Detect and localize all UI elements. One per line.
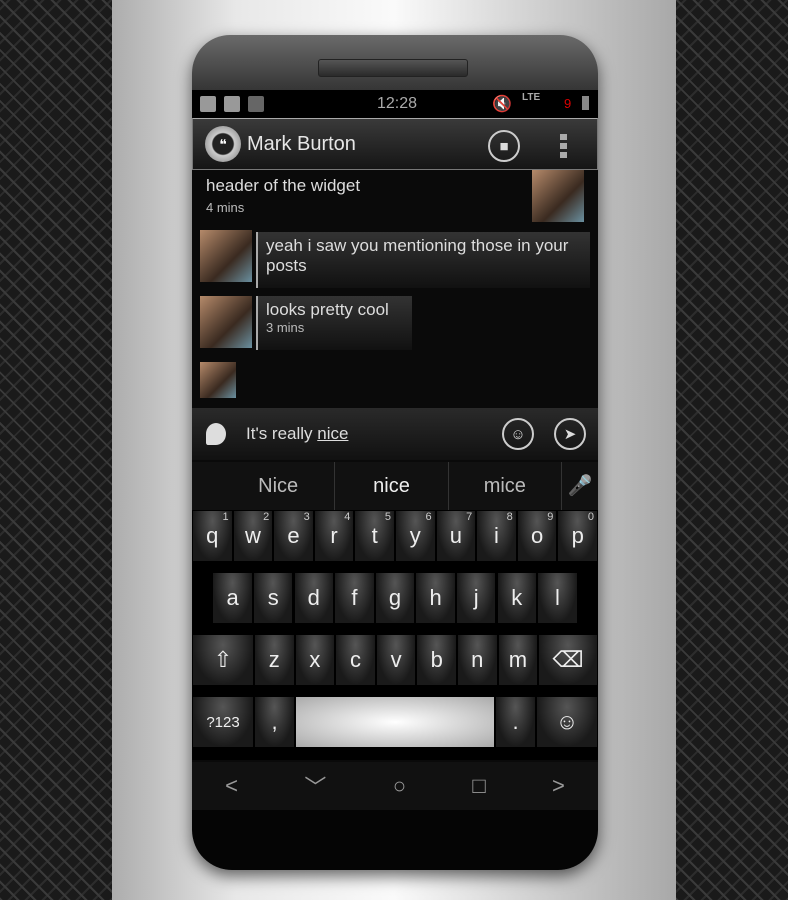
back-chevron-icon[interactable]: ﹀ [304,770,326,802]
key-b[interactable]: b [416,634,457,686]
microphone-icon[interactable]: 🎤 [562,462,598,510]
key-h[interactable]: h [415,572,456,624]
key-y[interactable]: y6 [395,510,436,562]
key-z[interactable]: z [254,634,295,686]
avatar [532,170,584,222]
network-label: LTE [522,92,541,103]
key-t[interactable]: t5 [354,510,395,562]
google-plus-icon [200,96,216,112]
message-3: looks pretty cool 3 mins [256,296,412,350]
speaker-grille [318,59,468,77]
key-s[interactable]: s [252,572,294,624]
key-n[interactable]: n [457,634,498,686]
shift-key[interactable]: ⇧ [192,634,254,686]
suggestion-strip: Nice nice mice 🎤 [192,462,598,510]
suggestion[interactable]: nice [335,462,449,510]
gallery-icon [248,96,264,112]
key-g[interactable]: g [374,572,416,624]
key-r[interactable]: r4 [313,510,355,562]
video-call-button[interactable]: ■ [488,130,520,162]
message-input[interactable]: It's really nice [246,424,348,444]
forward-button[interactable]: > [552,773,565,799]
key-m[interactable]: m [497,634,539,686]
key-q[interactable]: q1 [192,510,233,562]
key-k[interactable]: k [496,572,538,624]
avatar [200,362,236,398]
key-w[interactable]: w2 [232,510,274,562]
period-key[interactable]: . [495,696,536,748]
suggestion[interactable]: Nice [222,462,336,510]
emoji-key[interactable]: ☺ [536,696,598,748]
backspace-key[interactable]: ⌫ [538,634,598,686]
battery-icon [582,96,589,110]
message-1: header of the widget 4 mins [206,176,361,215]
key-c[interactable]: c [335,634,376,686]
home-button[interactable]: ○ [393,773,406,799]
keyboard: q 1 w 2 e 3 r 4 t 5 y 6 u 7 i 8 o 9 p 0 a s d f g h j k l ⇧ z x c v b n m ⌫ ?1… [192,510,598,760]
key-p[interactable]: p0 [557,510,598,562]
compose-bar: It's really nice ☺ ➤ [192,408,598,460]
key-f[interactable]: f [334,572,375,624]
screen: 12:28 🔇 LTE 9 ❝ Mark Burton ■ header of … [192,90,598,810]
avatar [200,230,252,282]
emoji-button[interactable]: ☺ [502,418,534,450]
back-button[interactable]: < [225,773,238,799]
overflow-menu-icon[interactable] [560,134,567,158]
key-a[interactable]: a [212,572,253,624]
key-u[interactable]: u7 [435,510,477,562]
key-o[interactable]: o9 [516,510,558,562]
key-x[interactable]: x [294,634,336,686]
chat-bubble-icon [206,423,226,445]
space-key[interactable] [295,696,495,748]
send-button[interactable]: ➤ [554,418,586,450]
comma-key[interactable]: , [254,696,295,748]
key-v[interactable]: v [375,634,417,686]
clock: 12:28 [377,95,418,112]
instagram-icon [224,96,240,112]
symbols-key[interactable]: ?123 [192,696,254,748]
key-i[interactable]: i8 [476,510,517,562]
contact-name: Mark Burton [247,132,356,155]
battery-badge: 9 [564,96,572,111]
navigation-bar: < ﹀ ○ □ > [192,762,598,810]
key-j[interactable]: j [455,572,497,624]
key-l[interactable]: l [537,572,578,624]
hangouts-logo[interactable]: ❝ [205,126,241,162]
mute-icon: 🔇 [492,96,512,113]
status-bar: 12:28 🔇 LTE 9 [192,90,598,118]
right-diamond-plate [676,0,788,900]
avatar [200,296,252,348]
key-d[interactable]: d [293,572,335,624]
message-2: yeah i saw you mentioning those in your … [256,232,590,288]
suggestion[interactable]: mice [449,462,562,510]
key-e[interactable]: e3 [273,510,314,562]
left-diamond-plate [0,0,112,900]
recents-button[interactable]: □ [472,773,485,799]
app-bar: ❝ Mark Burton ■ [192,118,598,170]
phone-frame: 12:28 🔇 LTE 9 ❝ Mark Burton ■ header of … [192,35,598,870]
